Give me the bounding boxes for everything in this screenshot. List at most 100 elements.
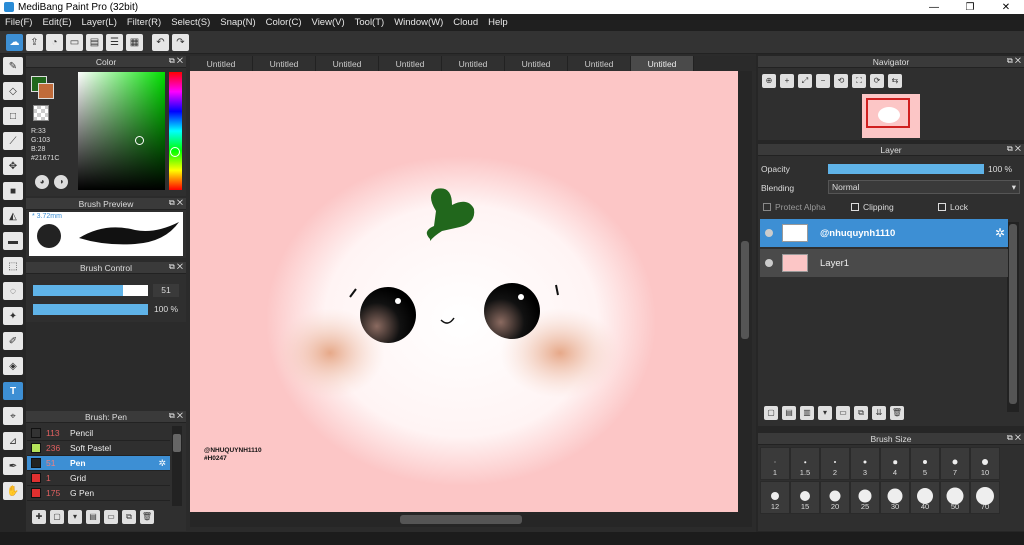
flip-icon[interactable]: ⇆ bbox=[888, 74, 902, 88]
add-brush-icon[interactable]: ✚ bbox=[32, 510, 46, 524]
fullscreen-icon[interactable]: ⛶ bbox=[852, 74, 866, 88]
brush-settings-icon[interactable]: ▤ bbox=[86, 510, 100, 524]
menu-snap[interactable]: Snap(N) bbox=[215, 17, 260, 28]
menu-color[interactable]: Color(C) bbox=[261, 17, 307, 28]
visibility-icon[interactable] bbox=[765, 229, 773, 237]
brush-size-cell[interactable]: 4 bbox=[880, 447, 910, 480]
vertical-scroll-thumb[interactable] bbox=[741, 241, 749, 339]
tab-untitled[interactable]: Untitled bbox=[442, 56, 505, 71]
zoom-out-icon[interactable]: − bbox=[816, 74, 830, 88]
tab-untitled[interactable]: Untitled bbox=[253, 56, 316, 71]
brush-list-scroll-thumb[interactable] bbox=[173, 434, 181, 452]
canvas-horizontal-scrollbar[interactable] bbox=[190, 512, 752, 527]
transparent-color-swatch[interactable] bbox=[33, 105, 49, 121]
list-icon[interactable]: ☰ bbox=[106, 33, 123, 51]
redo-icon[interactable]: ↷ bbox=[172, 33, 189, 51]
undo-icon[interactable]: ↶ bbox=[152, 33, 169, 51]
panel-controls-icon[interactable]: ⧉ ✕ bbox=[169, 198, 183, 208]
operation-tool-icon[interactable]: ⌖ bbox=[3, 407, 23, 425]
menu-cloud[interactable]: Cloud bbox=[448, 17, 483, 28]
hue-cursor[interactable] bbox=[170, 147, 180, 157]
brush-size-cell[interactable]: 2 bbox=[820, 447, 850, 480]
copy-icon[interactable]: ⧉ bbox=[122, 510, 136, 524]
panel-controls-icon[interactable]: ⧉ ✕ bbox=[1007, 56, 1021, 66]
brush-size-cell[interactable]: 1 bbox=[760, 447, 790, 480]
visibility-icon[interactable] bbox=[765, 259, 773, 267]
palette-icon[interactable]: ◕ bbox=[35, 175, 49, 189]
panel-controls-icon[interactable]: ⧉ ✕ bbox=[1007, 144, 1021, 154]
new-layer-8bit-icon[interactable]: ▤ bbox=[782, 406, 796, 420]
delete-layer-icon[interactable]: 🗑 bbox=[890, 406, 904, 420]
tab-untitled[interactable]: Untitled bbox=[505, 56, 568, 71]
bucket-tool-icon[interactable]: ◭ bbox=[3, 207, 23, 225]
brush-size-cell[interactable]: 7 bbox=[940, 447, 970, 480]
brush-menu-icon[interactable]: ▾ bbox=[68, 510, 82, 524]
panel-controls-icon[interactable]: ⧉ ✕ bbox=[169, 262, 183, 272]
minimize-button[interactable]: — bbox=[916, 0, 952, 14]
gear-icon[interactable]: ✲ bbox=[995, 226, 1005, 240]
brush-size-cell[interactable]: 50 bbox=[940, 481, 970, 514]
menu-help[interactable]: Help bbox=[483, 17, 513, 28]
new-brush-icon[interactable]: ▢ bbox=[50, 510, 64, 524]
move-tool-icon[interactable]: ✥ bbox=[3, 157, 23, 175]
folder-icon[interactable]: ▭ bbox=[104, 510, 118, 524]
fill-rect-tool-icon[interactable]: ■ bbox=[3, 182, 23, 200]
select-eraser-icon[interactable]: ◈ bbox=[3, 357, 23, 375]
gradient-tool-icon[interactable]: ▬ bbox=[3, 232, 23, 250]
tab-untitled[interactable]: Untitled bbox=[316, 56, 379, 71]
blending-select[interactable]: Normal ▾ bbox=[828, 180, 1020, 194]
comment-icon[interactable]: ◔ bbox=[46, 33, 63, 51]
color-saturation-picker[interactable] bbox=[78, 72, 165, 190]
drawing-canvas[interactable]: @NHUQUYNH1110 #H0247 bbox=[190, 71, 738, 512]
new-layer-icon[interactable]: ▢ bbox=[764, 406, 778, 420]
tab-untitled[interactable]: Untitled bbox=[190, 56, 253, 71]
menu-select[interactable]: Select(S) bbox=[166, 17, 215, 28]
lock-checkbox[interactable]: Lock bbox=[938, 202, 968, 212]
brush-opacity-slider[interactable] bbox=[33, 304, 148, 315]
brush-size-value[interactable]: 51 bbox=[153, 284, 179, 297]
delete-icon[interactable]: 🗑 bbox=[140, 510, 154, 524]
document-icon[interactable]: ▤ bbox=[86, 33, 103, 51]
select-pen-icon[interactable]: ✐ bbox=[3, 332, 23, 350]
color-mix-icon[interactable]: ◑ bbox=[54, 175, 68, 189]
horizontal-scroll-thumb[interactable] bbox=[400, 515, 522, 524]
tab-untitled[interactable]: Untitled bbox=[568, 56, 631, 71]
menu-file[interactable]: File(F) bbox=[0, 17, 37, 28]
lasso-select-icon[interactable]: ◌ bbox=[3, 282, 23, 300]
layer-row[interactable]: Layer1 bbox=[760, 249, 1008, 277]
brush-size-cell[interactable]: 12 bbox=[760, 481, 790, 514]
brush-tool-icon[interactable]: ✎ bbox=[3, 57, 23, 75]
layer-opacity-slider[interactable] bbox=[828, 164, 984, 174]
brush-size-cell[interactable]: 25 bbox=[850, 481, 880, 514]
grid-icon[interactable]: ▦ bbox=[126, 33, 143, 51]
duplicate-layer-icon[interactable]: ⧉ bbox=[854, 406, 868, 420]
chat-icon[interactable]: ▭ bbox=[66, 33, 83, 51]
close-button[interactable]: ✕ bbox=[988, 0, 1024, 14]
brush-size-cell[interactable]: 20 bbox=[820, 481, 850, 514]
brush-item-grid[interactable]: 1 Grid bbox=[27, 471, 170, 486]
tab-untitled-active[interactable]: Untitled bbox=[631, 56, 694, 71]
navigator-thumbnail[interactable] bbox=[862, 94, 920, 138]
brush-item-pencil[interactable]: 113 Pencil bbox=[27, 426, 170, 441]
brush-size-cell[interactable]: 5 bbox=[910, 447, 940, 480]
brush-item-pen[interactable]: 51 Pen ✲ bbox=[27, 456, 170, 471]
zoom-in-icon[interactable]: + bbox=[780, 74, 794, 88]
layer-scroll-thumb[interactable] bbox=[1009, 224, 1017, 404]
brush-size-cell[interactable]: 40 bbox=[910, 481, 940, 514]
layer-row-selected[interactable]: @nhuquynh1110 ✲ bbox=[760, 219, 1008, 247]
merge-layer-icon[interactable]: ⇊ bbox=[872, 406, 886, 420]
menu-tool[interactable]: Tool(T) bbox=[350, 17, 390, 28]
cloud-icon[interactable]: ☁ bbox=[6, 33, 23, 51]
hand-tool-icon[interactable]: ✋ bbox=[3, 482, 23, 500]
rotate-right-icon[interactable]: ⟳ bbox=[870, 74, 884, 88]
clipping-checkbox[interactable]: Clipping bbox=[851, 202, 894, 212]
menu-view[interactable]: View(V) bbox=[307, 17, 350, 28]
maximize-button[interactable]: ❐ bbox=[952, 0, 988, 14]
gear-icon[interactable]: ✲ bbox=[158, 458, 166, 469]
brush-item-soft-pastel[interactable]: 236 Soft Pastel bbox=[27, 441, 170, 456]
eraser-tool-icon[interactable]: ◇ bbox=[3, 82, 23, 100]
layer-menu-icon[interactable]: ▾ bbox=[818, 406, 832, 420]
brush-item-g-pen[interactable]: 175 G Pen bbox=[27, 486, 170, 501]
folder-icon[interactable]: ▭ bbox=[836, 406, 850, 420]
sub-color-swatch[interactable] bbox=[38, 83, 54, 99]
